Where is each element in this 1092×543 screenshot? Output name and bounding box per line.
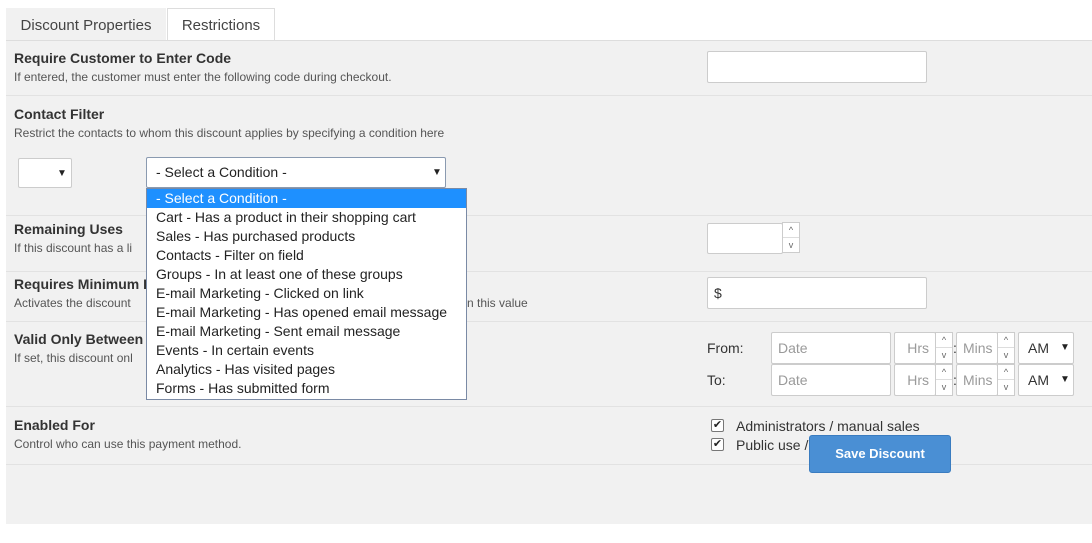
from-date-input[interactable]: Date <box>771 332 891 364</box>
condition-dropdown-list: - Select a Condition - Cart - Has a prod… <box>146 188 467 400</box>
save-discount-button[interactable]: Save Discount <box>809 435 951 473</box>
from-hours-stepper[interactable]: ^ v <box>935 332 953 364</box>
min-purchase-input[interactable]: $ <box>707 277 927 309</box>
min-purchase-title: Requires Minimum I <box>14 276 148 292</box>
filter-operator-select[interactable]: ▼ <box>18 158 72 188</box>
condition-option[interactable]: Contacts - Filter on field <box>147 246 466 265</box>
condition-option[interactable]: Groups - In at least one of these groups <box>147 265 466 284</box>
condition-option[interactable]: Analytics - Has visited pages <box>147 360 466 379</box>
stepper-up-icon[interactable]: ^ <box>936 333 952 348</box>
chevron-down-icon: ▼ <box>57 168 67 179</box>
admin-checkbox-label: Administrators / manual sales <box>736 418 920 434</box>
stepper-up-icon[interactable]: ^ <box>783 223 799 238</box>
from-ampm-value: AM <box>1028 340 1049 356</box>
condition-option[interactable]: - Select a Condition - <box>147 189 466 208</box>
enabled-for-description: Control who can use this payment method. <box>14 437 242 451</box>
to-ampm-select[interactable]: AM ▼ <box>1018 364 1074 396</box>
require-code-title: Require Customer to Enter Code <box>14 50 232 66</box>
to-date-input[interactable]: Date <box>771 364 891 396</box>
stepper-down-icon[interactable]: v <box>998 348 1014 363</box>
chevron-down-icon: ▼ <box>432 167 442 178</box>
contact-filter-title: Contact Filter <box>14 106 105 122</box>
chevron-down-icon: ▼ <box>1060 374 1070 385</box>
remaining-uses-description: If this discount has a li <box>14 241 133 255</box>
stepper-down-icon[interactable]: v <box>936 380 952 395</box>
min-purchase-description: Activates the discount <box>14 296 131 310</box>
to-ampm-value: AM <box>1028 372 1049 388</box>
code-input[interactable] <box>707 51 927 83</box>
tab-discount-properties[interactable]: Discount Properties <box>6 8 166 41</box>
condition-option[interactable]: E-mail Marketing - Has opened email mess… <box>147 303 466 322</box>
require-code-row: Require Customer to Enter Code If entere… <box>6 41 1092 96</box>
remaining-uses-stepper[interactable]: ^ v <box>782 222 800 253</box>
contact-filter-description: Restrict the contacts to whom this disco… <box>14 126 445 140</box>
condition-select-value: - Select a Condition - <box>156 164 287 180</box>
condition-option[interactable]: Forms - Has submitted form <box>147 379 466 398</box>
to-hours-stepper[interactable]: ^ v <box>935 364 953 396</box>
to-minutes-stepper[interactable]: ^ v <box>997 364 1015 396</box>
require-code-description: If entered, the customer must enter the … <box>14 70 392 84</box>
condition-option[interactable]: E-mail Marketing - Sent email message <box>147 322 466 341</box>
from-minutes-input[interactable]: Mins <box>956 332 998 364</box>
stepper-up-icon[interactable]: ^ <box>998 365 1014 380</box>
condition-option[interactable]: Events - In certain events <box>147 341 466 360</box>
tab-bar: Discount Properties Restrictions <box>6 8 1092 42</box>
valid-between-title: Valid Only Between <box>14 331 144 347</box>
min-purchase-description-tail: n this value <box>467 296 528 310</box>
remaining-uses-input[interactable] <box>707 223 783 254</box>
to-minutes-input[interactable]: Mins <box>956 364 998 396</box>
condition-option[interactable]: Cart - Has a product in their shopping c… <box>147 208 466 227</box>
stepper-up-icon[interactable]: ^ <box>998 333 1014 348</box>
enabled-for-title: Enabled For <box>14 417 95 433</box>
from-minutes-stepper[interactable]: ^ v <box>997 332 1015 364</box>
condition-option[interactable]: E-mail Marketing - Clicked on link <box>147 284 466 303</box>
stepper-up-icon[interactable]: ^ <box>936 365 952 380</box>
from-ampm-select[interactable]: AM ▼ <box>1018 332 1074 364</box>
public-checkbox[interactable]: ✔ <box>711 438 724 451</box>
condition-select[interactable]: - Select a Condition - ▼ <box>146 157 446 188</box>
from-hours-input[interactable]: Hrs <box>894 332 936 364</box>
stepper-down-icon[interactable]: v <box>783 238 799 253</box>
to-label: To: <box>707 372 726 388</box>
tab-restrictions[interactable]: Restrictions <box>167 8 275 42</box>
to-hours-input[interactable]: Hrs <box>894 364 936 396</box>
condition-option[interactable]: Sales - Has purchased products <box>147 227 466 246</box>
valid-between-description: If set, this discount onl <box>14 351 133 365</box>
stepper-down-icon[interactable]: v <box>998 380 1014 395</box>
chevron-down-icon: ▼ <box>1060 342 1070 353</box>
remaining-uses-title: Remaining Uses <box>14 221 123 237</box>
stepper-down-icon[interactable]: v <box>936 348 952 363</box>
admin-checkbox[interactable]: ✔ <box>711 419 724 432</box>
from-label: From: <box>707 340 744 356</box>
